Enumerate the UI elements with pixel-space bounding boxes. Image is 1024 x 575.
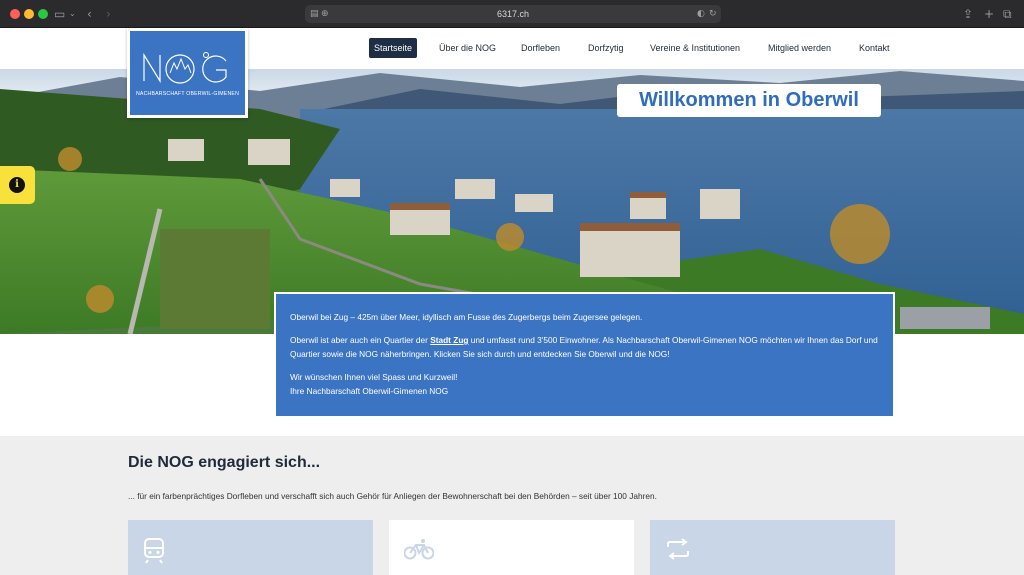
minimize-window-button[interactable] [24, 9, 34, 19]
tabs-overview-icon[interactable]: ⧉ [1003, 6, 1012, 22]
nog-logo-icon [143, 52, 227, 84]
logo-tagline: NACHBARSCHAFT OBERWIL-GIMENEN [135, 91, 240, 97]
hero-title: Willkommen in Oberwil [617, 84, 881, 117]
address-bar[interactable]: ▤ ⊕ 6317.ch ◐ ↻ [305, 5, 721, 23]
engaged-title: Die NOG engagiert sich... [128, 454, 321, 471]
engaged-lead: ... für ein farbenprächtiges Dorfleben u… [128, 491, 657, 501]
info-button[interactable]: i [0, 166, 35, 204]
info-icon: i [9, 177, 25, 193]
sidebar-icon[interactable]: ▭ [54, 6, 65, 22]
nav-ueber-die-nog[interactable]: Über die NOG [439, 38, 496, 58]
browser-toolbar: ▭ ⌄ ‹ › ▤ ⊕ 6317.ch ◐ ↻ ⇪ + ⧉ [0, 0, 1024, 28]
chevron-down-icon[interactable]: ⌄ [69, 6, 76, 22]
nav-startseite[interactable]: Startseite [369, 38, 418, 58]
intro-greeting: Wir wünschen Ihnen viel Spass und Kurzwe… [290, 372, 458, 382]
nav-vereine-institutionen[interactable]: Vereine & Institutionen [650, 38, 740, 58]
nav-dorfzytig[interactable]: Dorfzytig [588, 38, 624, 58]
card-train[interactable] [128, 520, 373, 575]
intro-paragraph-1: Oberwil bei Zug – 425m über Meer, idylli… [290, 312, 643, 322]
intro-paragraph-2: Oberwil ist aber auch ein Quartier der S… [290, 333, 879, 361]
reload-icon[interactable]: ↻ [709, 7, 717, 21]
url-text: 6317.ch [496, 9, 530, 19]
repeat-icon [667, 538, 689, 560]
nav-kontakt[interactable]: Kontakt [859, 38, 890, 58]
share-icon[interactable]: ⇪ [963, 6, 973, 22]
intro-text-before-link: Oberwil ist aber auch ein Quartier der [290, 335, 431, 345]
nav-mitglied-werden[interactable]: Mitglied werden [768, 38, 831, 58]
new-tab-icon[interactable]: + [984, 6, 994, 22]
card-repeat[interactable] [650, 520, 895, 575]
back-icon[interactable]: ‹ [87, 6, 92, 22]
bicycle-icon [404, 539, 434, 560]
translate-icon[interactable]: ◐ [697, 7, 705, 21]
maximize-window-button[interactable] [38, 9, 48, 19]
intro-box: Oberwil bei Zug – 425m über Meer, idylli… [274, 292, 895, 418]
card-bicycle[interactable] [389, 520, 634, 575]
engaged-section: Die NOG engagiert sich... ... für ein fa… [0, 436, 1024, 575]
forward-icon[interactable]: › [106, 6, 111, 22]
nav-dorfleben[interactable]: Dorfleben [521, 38, 560, 58]
train-icon [144, 538, 164, 564]
stadt-zug-link[interactable]: Stadt Zug [430, 335, 468, 345]
site-logo[interactable]: NACHBARSCHAFT OBERWIL-GIMENEN [127, 28, 248, 118]
intro-paragraph-3: Wir wünschen Ihnen viel Spass und Kurzwe… [290, 370, 879, 398]
close-window-button[interactable] [10, 9, 20, 19]
intro-signature: Ihre Nachbarschaft Oberwil-Gimenen NOG [290, 386, 449, 396]
